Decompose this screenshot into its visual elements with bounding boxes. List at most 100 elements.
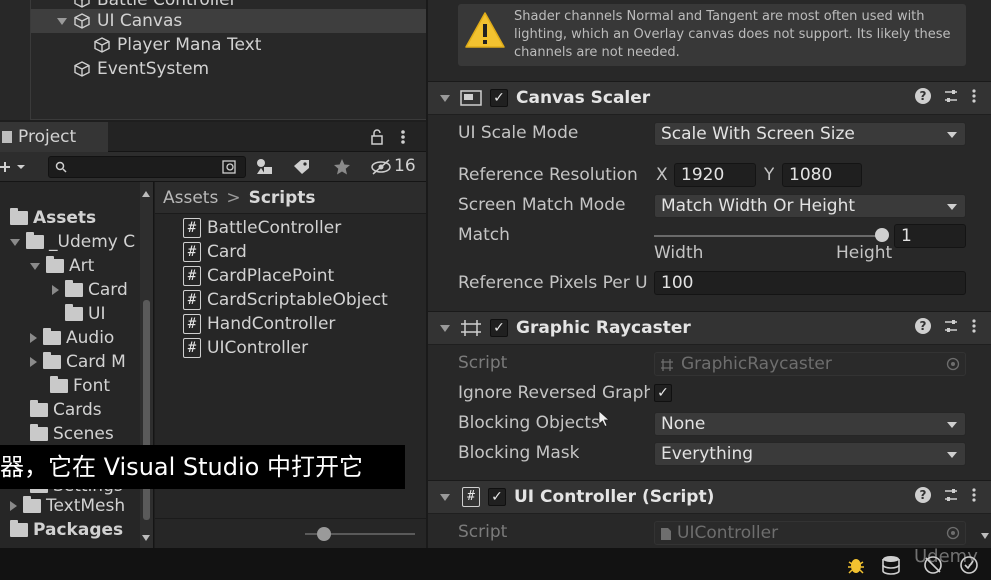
match-width-label: Width: [654, 243, 704, 263]
script-asset-icon: [661, 359, 673, 371]
match-value-field[interactable]: 1: [894, 224, 966, 248]
tree-item-card-m[interactable]: Card M: [30, 350, 126, 374]
help-icon[interactable]: ?: [915, 88, 931, 104]
tree-item-assets[interactable]: Assets: [10, 206, 96, 230]
component-title: Graphic Raycaster: [516, 318, 691, 338]
file-item-uicontroller[interactable]: # UIController: [183, 336, 308, 360]
reference-resolution-y-field[interactable]: 1080: [782, 163, 862, 187]
tree-item-packages[interactable]: Packages: [10, 518, 123, 542]
expand-arrow-icon[interactable]: [10, 501, 17, 511]
icon-size-slider-handle[interactable]: [317, 527, 331, 541]
tree-item-art[interactable]: Art: [30, 254, 94, 278]
expand-arrow-icon[interactable]: [30, 262, 40, 270]
help-icon[interactable]: ?: [915, 318, 931, 334]
script-field: UIController: [654, 521, 966, 545]
progress-check-icon[interactable]: [958, 554, 980, 576]
file-item-cardplacepoint[interactable]: # CardPlacePoint: [183, 264, 334, 288]
scroll-up-icon[interactable]: [141, 190, 151, 198]
folder-icon: [10, 208, 28, 225]
bug-icon[interactable]: [846, 554, 866, 576]
presets-icon[interactable]: [943, 88, 959, 104]
file-item-battlecontroller[interactable]: # BattleController: [183, 216, 341, 240]
canvas-scaler-header[interactable]: ✓ Canvas Scaler ?: [428, 81, 991, 115]
tree-item-card[interactable]: Card: [52, 278, 128, 302]
tree-item-scenes[interactable]: Scenes: [30, 422, 114, 446]
expand-arrow-icon[interactable]: [57, 17, 67, 25]
component-foldout-icon[interactable]: [440, 324, 450, 332]
reference-resolution-x-field[interactable]: 1920: [674, 163, 756, 187]
help-icon[interactable]: ?: [915, 487, 931, 503]
ui-controller-enabled-checkbox[interactable]: ✓: [488, 488, 506, 506]
tree-item-label: Cards: [53, 400, 102, 420]
tree-item-cards[interactable]: Cards: [30, 398, 102, 422]
more-options-icon[interactable]: [971, 88, 977, 104]
auto-generate-lighting-icon[interactable]: [922, 554, 944, 576]
search-icon: [55, 161, 67, 173]
ignore-reversed-graphics-label: Ignore Reversed Graphi: [458, 383, 650, 403]
canvas-scaler-enabled-checkbox[interactable]: ✓: [490, 89, 508, 107]
breadcrumb-current[interactable]: Scripts: [249, 188, 316, 208]
search-filter-icon[interactable]: [221, 159, 239, 175]
hierarchy-item-ui-canvas[interactable]: UI Canvas: [31, 9, 426, 33]
file-item-cardscriptableobject[interactable]: # CardScriptableObject: [183, 288, 388, 312]
blocking-mask-dropdown[interactable]: Everything: [654, 442, 966, 466]
hierarchy-item-player-mana-text[interactable]: Player Mana Text: [93, 33, 261, 57]
tree-item-udemy[interactable]: _Udemy C: [10, 230, 135, 254]
presets-icon[interactable]: [943, 487, 959, 503]
object-picker-icon[interactable]: [946, 357, 960, 371]
filter-by-label-icon[interactable]: [292, 158, 312, 176]
tree-item-label: Audio: [66, 328, 115, 348]
ui-scale-mode-dropdown[interactable]: Scale With Screen Size: [654, 122, 966, 146]
tree-item-textmesh[interactable]: TextMesh: [10, 494, 125, 518]
breadcrumb-root[interactable]: Assets: [163, 188, 218, 208]
tree-item-label: TextMesh: [46, 496, 126, 516]
tree-item-label: Scenes: [53, 424, 114, 444]
tree-item-audio[interactable]: Audio: [30, 326, 114, 350]
expand-arrow-icon[interactable]: [30, 357, 37, 367]
gameobject-icon: [74, 0, 90, 8]
scroll-down-icon[interactable]: [141, 534, 151, 542]
component-foldout-icon[interactable]: [440, 493, 450, 501]
project-toolbar: 16: [0, 152, 426, 182]
more-options-icon[interactable]: [398, 128, 408, 146]
cache-server-icon[interactable]: [880, 554, 902, 576]
object-picker-icon[interactable]: [946, 526, 960, 540]
file-item-handcontroller[interactable]: # HandController: [183, 312, 335, 336]
hidden-packages-count: 16: [394, 156, 416, 176]
blocking-objects-dropdown[interactable]: None: [654, 412, 966, 436]
hierarchy-item-eventsystem[interactable]: EventSystem: [73, 57, 209, 81]
match-slider-track[interactable]: [654, 235, 882, 237]
reference-pixels-per-unit-label: Reference Pixels Per U: [458, 273, 648, 293]
graphic-raycaster-enabled-checkbox[interactable]: ✓: [490, 319, 508, 337]
file-item-card[interactable]: # Card: [183, 240, 247, 264]
ui-controller-header[interactable]: # ✓ UI Controller (Script) ?: [428, 480, 991, 514]
tree-item-font[interactable]: Font: [50, 374, 110, 398]
filter-by-type-icon[interactable]: [254, 157, 276, 177]
more-options-icon[interactable]: [971, 318, 977, 334]
ignore-reversed-graphics-checkbox[interactable]: ✓: [654, 384, 672, 402]
expand-arrow-icon[interactable]: [30, 333, 37, 343]
tree-item-ui[interactable]: UI: [65, 302, 105, 326]
favorites-star-icon[interactable]: [332, 157, 352, 177]
expand-arrow-icon[interactable]: [52, 285, 59, 295]
csharp-script-icon: #: [183, 266, 201, 286]
tree-item-label: UI: [88, 304, 106, 324]
hidden-packages-eye-icon[interactable]: [370, 159, 392, 175]
tree-item-label: Card: [88, 280, 128, 300]
add-dropdown-icon[interactable]: [0, 159, 28, 175]
scroll-down-icon[interactable]: [980, 532, 990, 540]
graphic-raycaster-header[interactable]: ✓ Graphic Raycaster ?: [428, 311, 991, 345]
tab-project[interactable]: Project: [0, 122, 108, 152]
component-foldout-icon[interactable]: [440, 94, 450, 102]
screen-match-mode-dropdown[interactable]: Match Width Or Height: [654, 194, 966, 218]
presets-icon[interactable]: [943, 318, 959, 334]
reference-pixels-per-unit-field[interactable]: 100: [654, 271, 966, 295]
expand-arrow-icon[interactable]: [10, 238, 20, 246]
search-input[interactable]: [48, 156, 246, 178]
gameobject-icon: [94, 37, 110, 53]
more-options-icon[interactable]: [971, 487, 977, 503]
match-slider-handle[interactable]: [875, 228, 889, 242]
folder-icon: [26, 232, 44, 249]
lock-icon[interactable]: [368, 128, 386, 146]
warning-text: Shader channels Normal and Tangent are m…: [514, 9, 951, 60]
